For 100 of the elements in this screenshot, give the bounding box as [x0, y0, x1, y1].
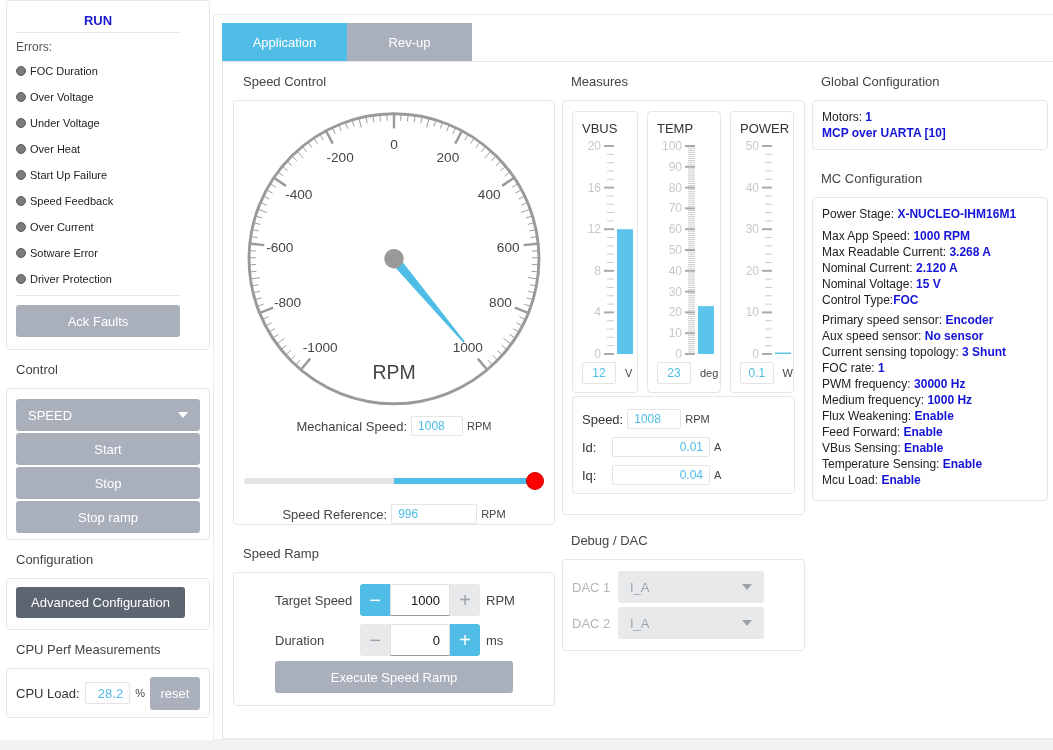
caret-icon	[178, 412, 188, 418]
reading-label: Id:	[582, 439, 598, 455]
config-line: Flux Weakening: Enable	[822, 408, 955, 424]
unit-label: RPM	[372, 361, 416, 384]
config-line: Current sensing topology: 3 Shunt	[822, 344, 1008, 360]
scale-label: 600	[496, 239, 520, 255]
error-label: FOC Duration	[30, 65, 98, 77]
section-title: Measures	[570, 73, 630, 91]
tab[interactable]: Application	[222, 23, 347, 61]
unit-label: RPM	[467, 420, 492, 433]
scale-label: -1000	[302, 339, 338, 355]
unit-label: %	[135, 687, 145, 699]
scale-label: -800	[273, 294, 302, 310]
value-field[interactable]: 0	[390, 624, 450, 656]
caret-icon	[742, 584, 752, 590]
config-line: Motors: 1	[822, 109, 874, 125]
control-button[interactable]: Stop ramp	[16, 501, 200, 533]
scale-label: 1000	[452, 339, 483, 355]
reset-button[interactable]: reset	[149, 676, 200, 710]
value-field: 23	[657, 362, 691, 384]
cpu-load-label: CPU Load:	[16, 685, 80, 701]
config-line: Max App Speed: 1000 RPM	[822, 228, 972, 244]
reading-field: 0.04	[612, 465, 710, 485]
error-label: Under Voltage	[30, 117, 100, 129]
config-line: Control Type:FOC	[822, 292, 920, 308]
execute-speed-ramp-button[interactable]: Execute Speed Ramp	[275, 661, 513, 693]
mode-dropdown[interactable]: SPEED	[16, 399, 200, 431]
mechanical-speed-field: 1008	[411, 416, 464, 437]
speed-reference-field[interactable]: 996	[391, 504, 478, 524]
field-label: Duration	[275, 632, 326, 648]
scale-label: 400	[477, 187, 501, 203]
scale-label: 0	[390, 136, 398, 152]
reading-label: Iq:	[582, 467, 598, 483]
config-line: Power Stage: X-NUCLEO-IHM16M1	[822, 206, 1018, 222]
cpu-load-field: 28.2	[84, 682, 131, 704]
unit-label: V	[625, 367, 633, 379]
speed-reference-label: Speed Reference:	[282, 506, 388, 522]
error-label: Start Up Failure	[30, 169, 108, 181]
unit-label: W	[782, 367, 793, 379]
error-label: Speed Feedback	[30, 195, 114, 207]
ack-faults-button[interactable]: Ack Faults	[16, 305, 180, 337]
increment-button[interactable]: +	[450, 624, 480, 656]
decrement-button[interactable]: −	[360, 584, 390, 616]
reading-label: Speed:	[582, 411, 624, 427]
config-line: PWM frequency: 30000 Hz	[822, 376, 967, 392]
value-field[interactable]: 1000	[390, 584, 450, 616]
value-field: 0.1	[740, 362, 774, 384]
control-button[interactable]: Stop	[16, 467, 200, 499]
unit-label: deg	[700, 367, 719, 379]
meter-title: POWER	[740, 121, 791, 138]
unit-label: ms	[486, 632, 504, 648]
value-field: 12	[582, 362, 616, 384]
slider-thumb[interactable]	[526, 472, 544, 491]
config-line: Nominal Current: 2.120 A	[822, 260, 959, 276]
slider-track[interactable]	[244, 472, 544, 490]
unit-label: RPM	[685, 413, 710, 425]
errors-label: Errors:	[16, 40, 53, 54]
config-line: Mcu Load: Enable	[822, 472, 922, 488]
error-label: Sotware Error	[30, 247, 98, 259]
config-line: Primary speed sensor: Encoder	[822, 312, 995, 328]
section-title: Configuration	[15, 551, 95, 569]
advanced-configuration-button[interactable]: Advanced Configuration	[16, 587, 185, 618]
error-label: Driver Protection	[30, 273, 112, 285]
dac-label: DAC 2	[572, 615, 612, 631]
config-line: VBus Sensing: Enable	[822, 440, 945, 456]
caret-icon	[742, 620, 752, 626]
unit-label: RPM	[481, 508, 506, 520]
field-label: Target Speed	[275, 592, 354, 608]
config-line: Feed Forward: Enable	[822, 424, 944, 440]
config-line: Aux speed sensor: No sensor	[822, 328, 985, 344]
tab[interactable]: Rev-up	[347, 23, 472, 61]
meter-title: VBUS	[582, 121, 619, 138]
section-title: Control	[15, 361, 59, 379]
meter-title: TEMP	[657, 121, 695, 138]
scale-label: -200	[326, 150, 354, 166]
unit-label: RPM	[486, 592, 515, 608]
unit-label: A	[714, 441, 722, 453]
section-title: CPU Perf Measurements	[15, 641, 162, 659]
dac-label: DAC 1	[572, 579, 612, 595]
section-title: Debug / DAC	[570, 532, 649, 550]
section-title: Global Configuration	[820, 73, 941, 91]
section-title: Speed Control	[242, 73, 328, 91]
error-label: Over Heat	[30, 143, 81, 155]
error-label: Over Current	[30, 221, 94, 233]
config-line: Nominal Voltage: 15 V	[822, 276, 942, 292]
section-title: Speed Ramp	[242, 545, 320, 563]
config-line: FOC rate: 1	[822, 360, 886, 376]
control-button[interactable]: Start	[16, 433, 200, 465]
config-line: Temperature Sensing: Enable	[822, 456, 984, 472]
reading-field: 1008	[627, 409, 682, 429]
config-line: Medium frequency: 1000 Hz	[822, 392, 974, 408]
scale-label: -600	[266, 239, 294, 255]
scale-label: 200	[436, 150, 460, 166]
reading-field: 0.01	[612, 437, 710, 457]
error-label: Over Voltage	[30, 91, 94, 103]
config-line: Max Readable Current: 3.268 A	[822, 244, 992, 260]
config-line: MCP over UARTA [10]	[822, 125, 947, 141]
scale-label: -400	[285, 187, 313, 203]
unit-label: A	[714, 469, 722, 481]
status-text: RUN	[16, 9, 180, 33]
